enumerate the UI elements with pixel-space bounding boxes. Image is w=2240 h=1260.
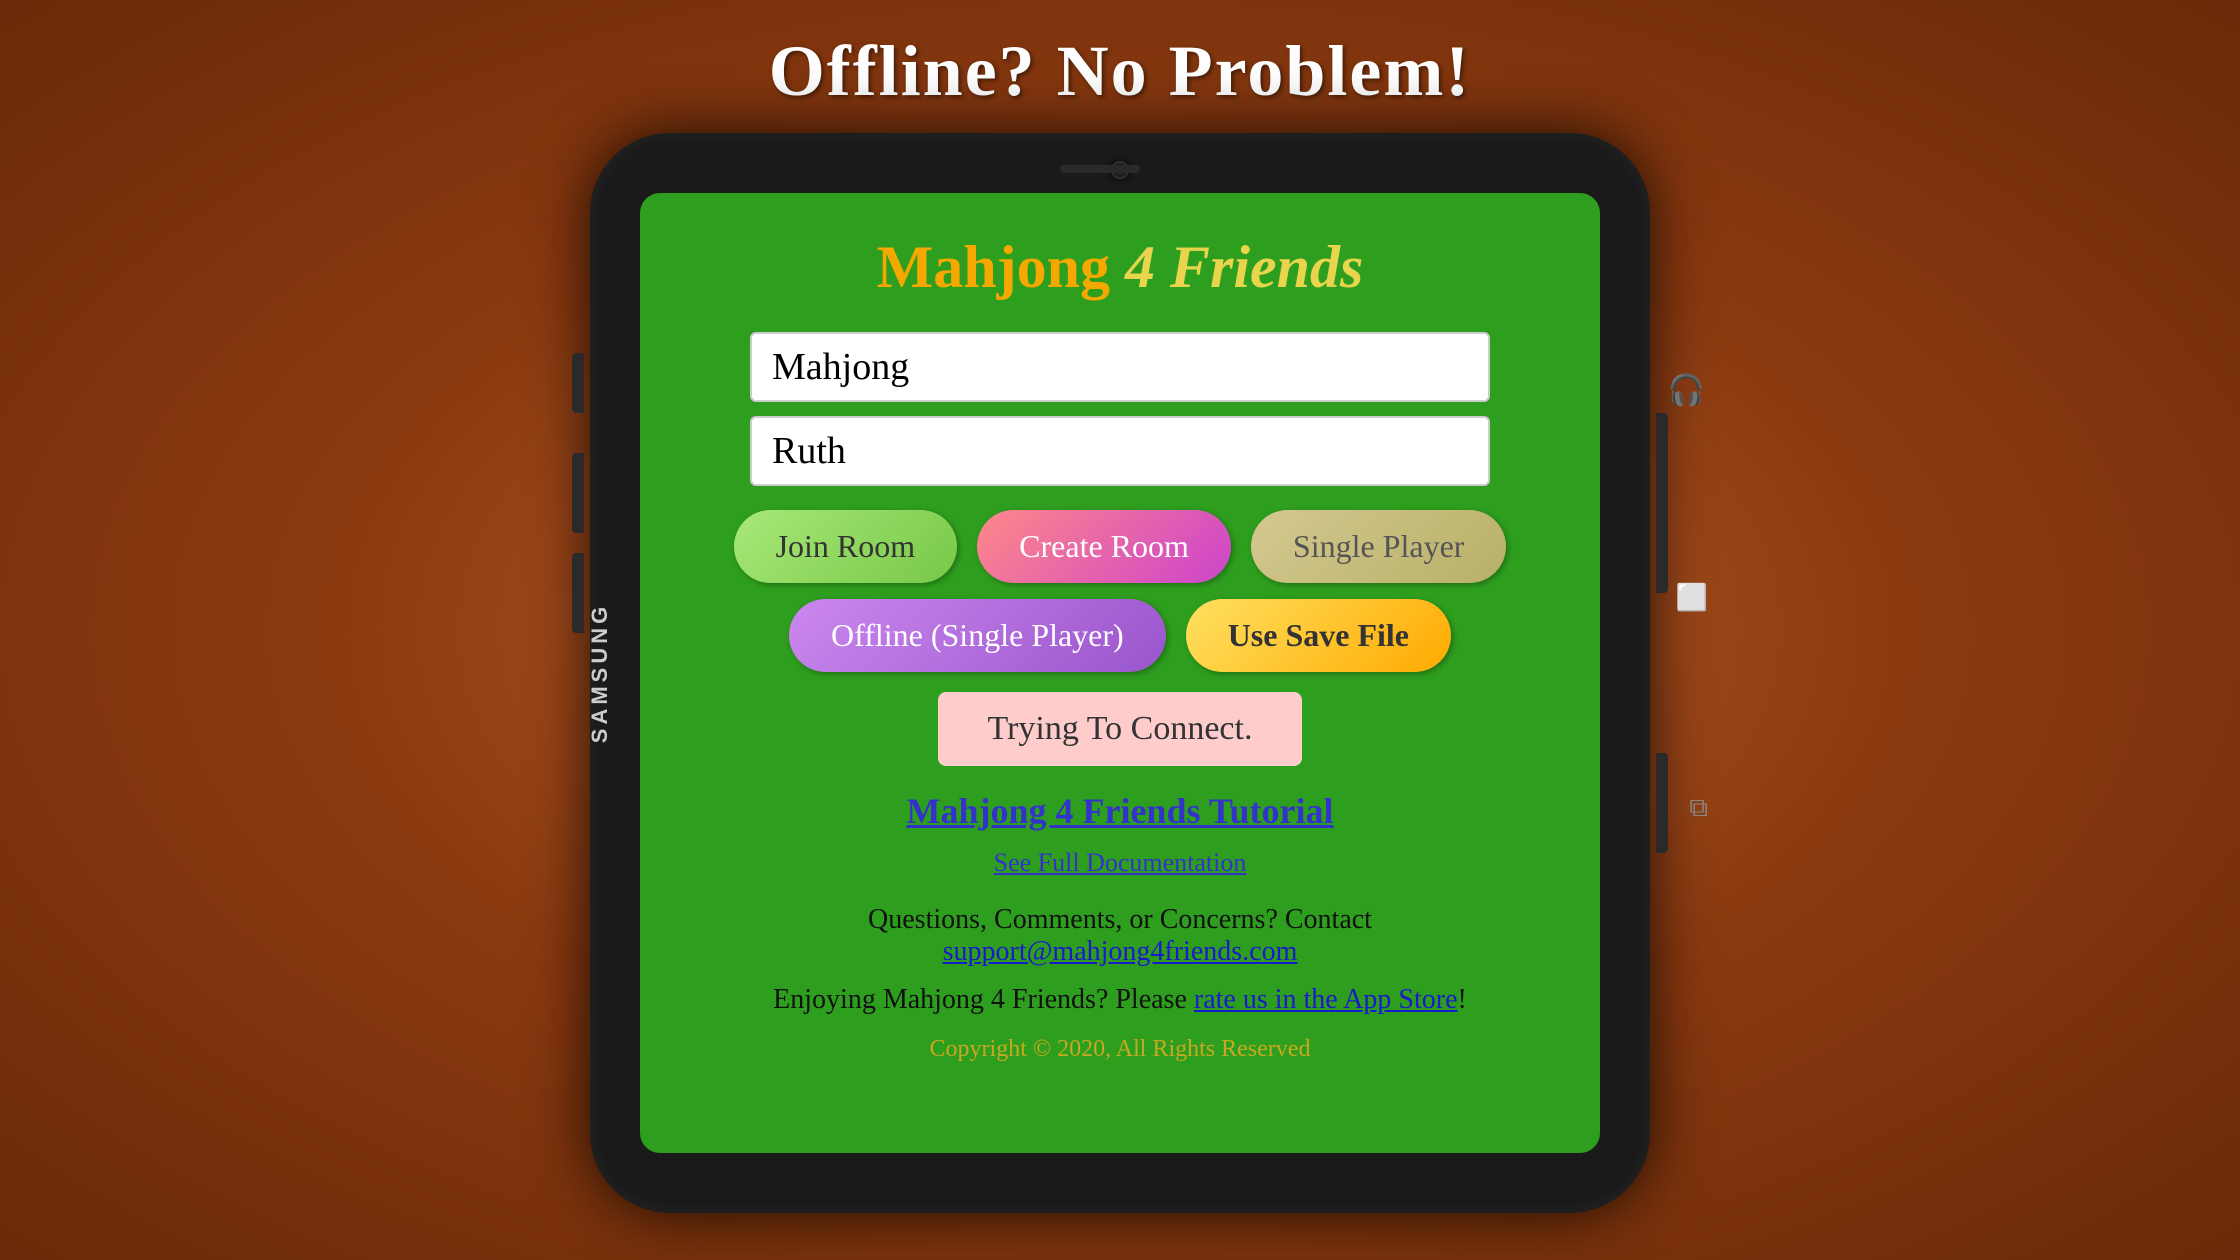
connection-status: Trying To Connect.	[938, 692, 1303, 766]
player-name-input[interactable]	[750, 416, 1490, 486]
app-title-mahjong: Mahjong	[877, 234, 1125, 300]
phone-speaker	[1060, 165, 1140, 173]
headphone-icon: 🎧	[1668, 373, 1705, 408]
page-title: Offline? No Problem!	[769, 30, 1472, 113]
samsung-label: SAMSUNG	[587, 603, 613, 743]
contact-prefix: Questions, Comments, or Concerns? Contac…	[868, 904, 1372, 935]
app-title: Mahjong 4 Friends	[877, 233, 1364, 302]
volume-up-button[interactable]	[572, 353, 584, 413]
tutorial-link[interactable]: Mahjong 4 Friends Tutorial	[906, 790, 1333, 832]
copyright-text: Copyright © 2020, All Rights Reserved	[930, 1036, 1311, 1063]
game-name-input[interactable]	[750, 332, 1490, 402]
power-button[interactable]	[1656, 413, 1668, 593]
secondary-buttons-row: Offline (Single Player) Use Save File	[789, 599, 1451, 672]
volume-down-button[interactable]	[572, 453, 584, 533]
rate-app-store-link[interactable]: rate us in the App Store	[1194, 984, 1458, 1015]
create-room-button[interactable]: Create Room	[977, 510, 1231, 583]
offline-single-player-button[interactable]: Offline (Single Player)	[789, 599, 1166, 672]
single-player-button[interactable]: Single Player	[1251, 510, 1507, 583]
home-icon: ⬜	[1676, 583, 1708, 613]
use-save-file-button[interactable]: Use Save File	[1186, 599, 1451, 672]
docs-link[interactable]: See Full Documentation	[994, 848, 1247, 878]
join-room-button[interactable]: Join Room	[734, 510, 958, 583]
rate-text: Enjoying Mahjong 4 Friends? Please rate …	[773, 984, 1467, 1016]
contact-email-link[interactable]: support@mahjong4friends.com	[943, 936, 1298, 967]
copy-icon: ⧉	[1689, 793, 1708, 824]
app-title-friends: 4 Friends	[1125, 234, 1363, 300]
bixby-button[interactable]	[572, 553, 584, 633]
right-bottom-button[interactable]	[1656, 753, 1668, 853]
contact-text: Questions, Comments, or Concerns? Contac…	[700, 904, 1540, 968]
phone-frame: SAMSUNG 🎧 ⬜ ⧉ Mahjong 4 Friends Join Roo…	[590, 133, 1650, 1213]
app-screen: Mahjong 4 Friends Join Room Create Room …	[640, 193, 1600, 1153]
rate-suffix: !	[1458, 984, 1467, 1015]
rate-prefix: Enjoying Mahjong 4 Friends? Please	[773, 984, 1194, 1015]
primary-buttons-row: Join Room Create Room Single Player	[734, 510, 1507, 583]
